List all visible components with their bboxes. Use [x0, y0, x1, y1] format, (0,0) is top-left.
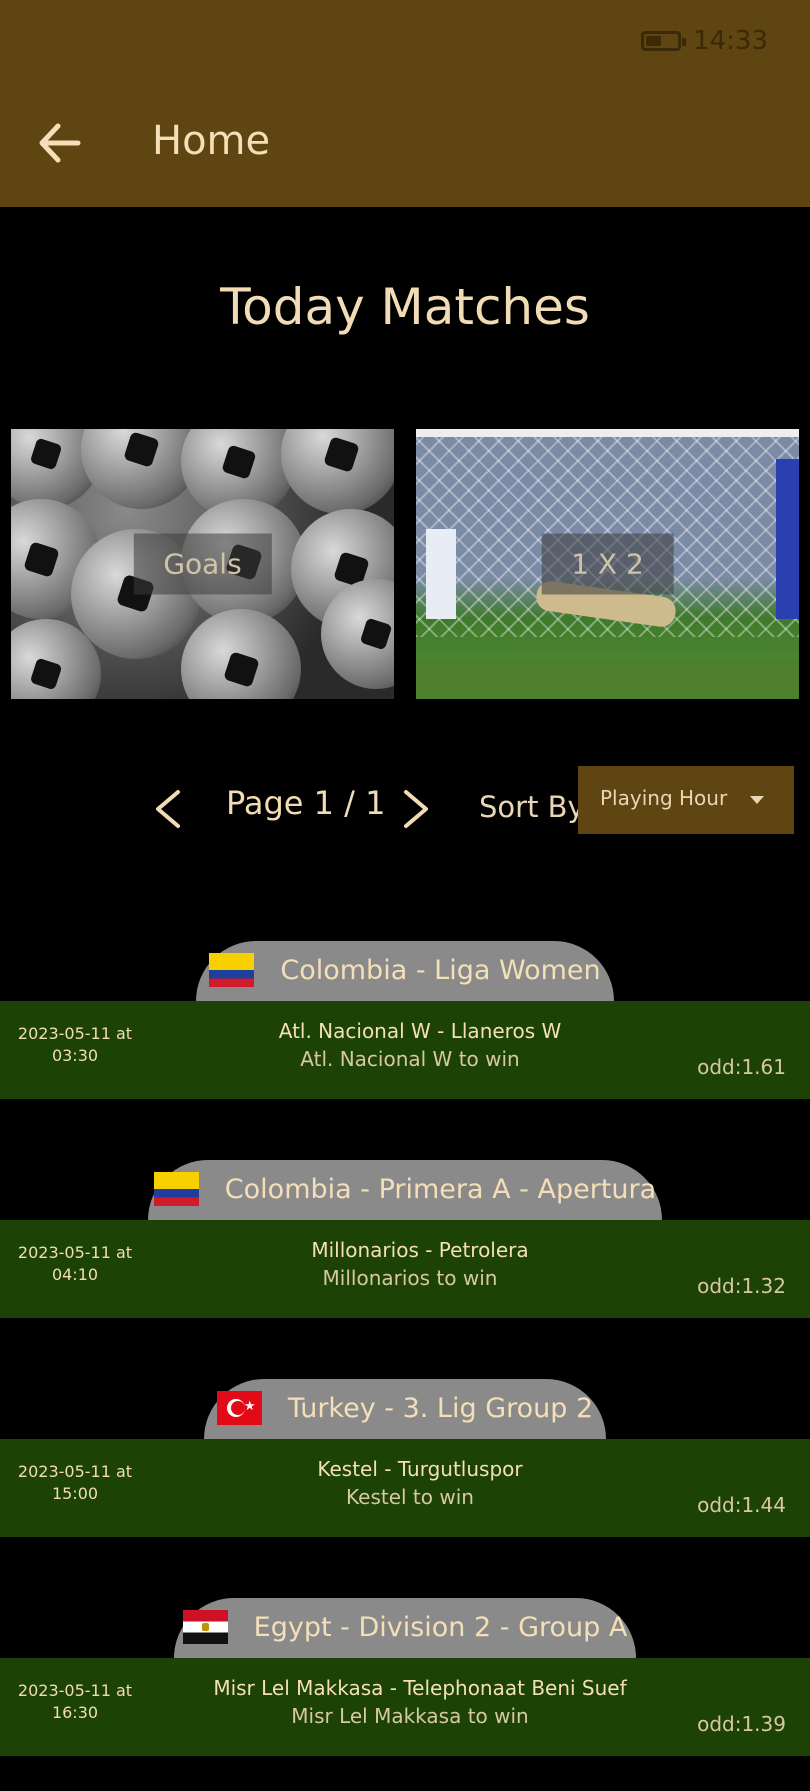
- match-datetime: 2023-05-11 at 04:10: [10, 1242, 140, 1286]
- match-odd: odd:1.44: [697, 1493, 786, 1517]
- league-header: Egypt - Division 2 - Group A: [174, 1598, 636, 1658]
- match-datetime: 2023-05-11 at 16:30: [10, 1680, 140, 1724]
- match-row[interactable]: 2023-05-11 at 04:10 Millonarios - Petrol…: [0, 1220, 810, 1318]
- league-name: Turkey - 3. Lig Group 2: [287, 1392, 594, 1424]
- page-title: Home: [152, 118, 271, 164]
- 1x2-tile[interactable]: 1 X 2: [416, 429, 799, 699]
- match-row[interactable]: 2023-05-11 at 15:00 Kestel - Turgutluspo…: [0, 1439, 810, 1537]
- goals-tile-label: Goals: [133, 533, 272, 595]
- match-time: 04:10: [51, 1265, 99, 1284]
- match-date: 2023-05-11 at: [17, 1462, 133, 1481]
- sort-by-label: Sort By:: [479, 790, 593, 824]
- match-prediction: Atl. Nacional W to win: [300, 1047, 520, 1071]
- match-odd: odd:1.39: [697, 1712, 786, 1736]
- dropdown-caret-icon: [750, 796, 764, 804]
- colombia-flag-icon: [153, 1172, 199, 1206]
- league-header: Colombia - Liga Women: [196, 941, 614, 1001]
- league-name: Colombia - Primera A - Apertura: [224, 1173, 657, 1205]
- league-name: Colombia - Liga Women: [280, 954, 601, 986]
- status-time: 14:33: [693, 26, 768, 56]
- battery-icon: [641, 31, 687, 51]
- match-odd: odd:1.61: [697, 1055, 786, 1079]
- league-name: Egypt - Division 2 - Group A: [253, 1611, 628, 1643]
- match-time: 16:30: [51, 1703, 99, 1722]
- match-teams: Kestel - Turgutluspor: [317, 1457, 523, 1481]
- match-time: 03:30: [51, 1046, 99, 1065]
- match-teams: Atl. Nacional W - Llaneros W: [278, 1019, 562, 1043]
- league-header: ★ Turkey - 3. Lig Group 2: [204, 1379, 606, 1439]
- back-arrow-icon[interactable]: [36, 120, 82, 166]
- section-heading: Today Matches: [220, 278, 590, 336]
- match-time: 15:00: [51, 1484, 99, 1503]
- match-datetime: 2023-05-11 at 03:30: [10, 1023, 140, 1067]
- app-bar: 14:33 Home: [0, 0, 810, 207]
- egypt-flag-icon: [182, 1610, 228, 1644]
- page-indicator: Page 1 / 1: [226, 784, 386, 822]
- sort-select-value: Playing Hour: [600, 786, 728, 810]
- goals-tile[interactable]: Goals: [11, 429, 394, 699]
- match-teams: Millonarios - Petrolera: [311, 1238, 529, 1262]
- 1x2-tile-label: 1 X 2: [541, 533, 674, 595]
- sort-select[interactable]: Playing Hour: [578, 766, 794, 834]
- match-odd: odd:1.32: [697, 1274, 786, 1298]
- status-bar: 14:33: [641, 26, 768, 56]
- match-datetime: 2023-05-11 at 15:00: [10, 1461, 140, 1505]
- match-date: 2023-05-11 at: [17, 1024, 133, 1043]
- match-prediction: Kestel to win: [346, 1485, 474, 1509]
- match-row[interactable]: 2023-05-11 at 16:30 Misr Lel Makkasa - T…: [0, 1658, 810, 1756]
- colombia-flag-icon: [209, 953, 255, 987]
- match-date: 2023-05-11 at: [17, 1681, 133, 1700]
- match-date: 2023-05-11 at: [17, 1243, 133, 1262]
- previous-page-icon[interactable]: [150, 788, 186, 830]
- match-prediction: Millonarios to win: [322, 1266, 498, 1290]
- next-page-icon[interactable]: [398, 788, 434, 830]
- league-header: Colombia - Primera A - Apertura: [148, 1160, 662, 1220]
- pagination-bar: Page 1 / 1 Sort By: Playing Hour: [0, 766, 810, 842]
- match-teams: Misr Lel Makkasa - Telephonaat Beni Suef: [213, 1676, 627, 1700]
- match-prediction: Misr Lel Makkasa to win: [291, 1704, 529, 1728]
- match-row[interactable]: 2023-05-11 at 03:30 Atl. Nacional W - Ll…: [0, 1001, 810, 1099]
- turkey-flag-icon: ★: [216, 1391, 262, 1425]
